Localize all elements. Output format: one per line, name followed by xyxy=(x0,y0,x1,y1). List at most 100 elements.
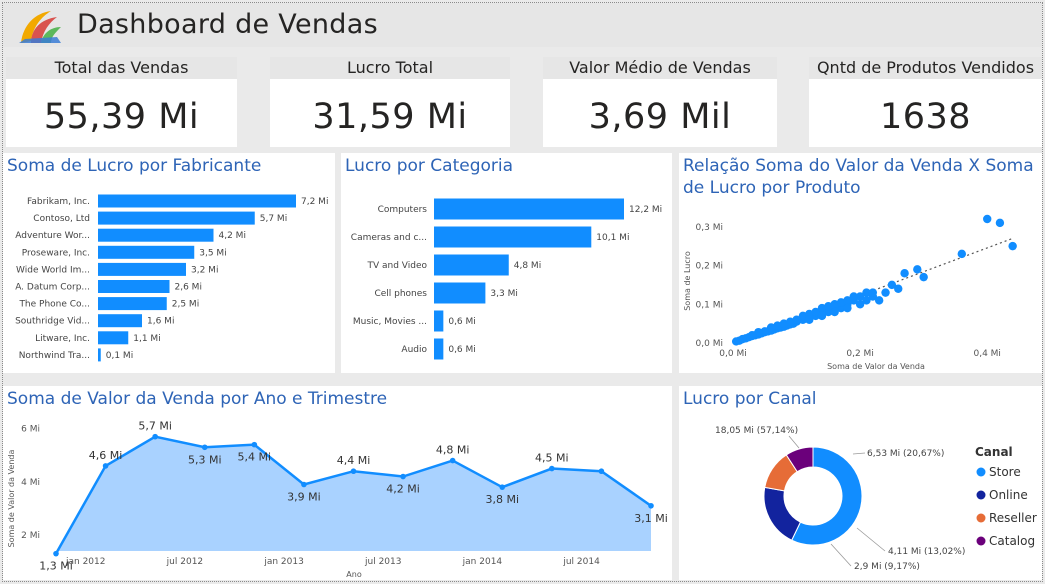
donut-leader-line xyxy=(856,527,886,552)
area-point xyxy=(102,463,109,469)
legend-marker xyxy=(976,513,986,523)
bar xyxy=(98,314,142,328)
x-tick-label: jul 2012 xyxy=(166,557,203,567)
bar-data-label: 2,6 Mi xyxy=(175,283,202,293)
bar xyxy=(98,245,195,259)
kpi-label: Total das Vendas xyxy=(6,57,237,79)
bar xyxy=(98,211,255,225)
donut-slice xyxy=(763,486,802,541)
bar xyxy=(434,254,509,276)
x-tick-label: jul 2014 xyxy=(562,557,600,567)
legend-marker xyxy=(976,467,986,477)
x-tick-label: jan 2013 xyxy=(263,557,304,567)
kpi-card-total-sales[interactable]: Total das Vendas 55,39 Mi xyxy=(6,57,237,147)
profit-by-manufacturer-visual[interactable]: Soma de Lucro por Fabricante Fabrikam, I… xyxy=(3,153,335,373)
bar-category-label: TV and Video xyxy=(366,261,427,271)
area-point xyxy=(648,502,654,509)
donut-leader-line xyxy=(830,543,852,567)
bar-category-label: Computers xyxy=(378,205,428,215)
category-bar-chart: Computers 12,2 Mi Cameras and c... 10,1 Mi T… xyxy=(351,198,662,360)
scatter-point xyxy=(731,337,741,346)
bar-data-label: 3,2 Mi xyxy=(191,265,218,275)
scatter-point xyxy=(957,249,966,259)
y-tick-label: 0,1 Mi xyxy=(696,300,723,310)
kpi-card-products-sold[interactable]: Qntd de Produtos Vendidos 1638 xyxy=(809,57,1042,147)
x-tick-label: jan 2014 xyxy=(462,557,503,567)
area-point xyxy=(499,484,506,490)
x-tick-label: 0,4 Mi xyxy=(973,349,1000,359)
area-data-label: 4,4 Mi xyxy=(337,454,371,467)
area-chart: 2 Mi4 Mi6 Mijan 2012 jul 2012 jan 2013 jul … xyxy=(7,420,668,579)
area-data-label: 5,3 Mi xyxy=(188,453,222,466)
bar-category-label: Contoso, Ltd xyxy=(33,214,90,224)
bar xyxy=(434,338,444,360)
scatter-point xyxy=(995,218,1005,228)
donut-data-label: 18,05 Mi (57,14%) xyxy=(715,426,798,436)
area-data-label: 5,7 Mi xyxy=(138,420,172,433)
kpi-card-total-profit[interactable]: Lucro Total 31,59 Mi xyxy=(270,57,510,147)
legend-item-label: Store xyxy=(989,465,1021,479)
area-point xyxy=(251,441,258,448)
bar-category-label: Southridge Vid... xyxy=(15,317,90,327)
area-data-label: 3,1 Mi xyxy=(634,512,668,525)
donut-leader-line xyxy=(788,435,800,449)
bar-data-label: 10,1 Mi xyxy=(596,233,629,243)
bar-data-label: 4,2 Mi xyxy=(219,231,246,241)
scatter-point xyxy=(805,315,814,324)
donut-data-label: 2,9 Mi (9,17%) xyxy=(854,562,920,572)
bar-category-label: Wide World Im... xyxy=(16,265,90,275)
donut-data-label: 4,11 Mi (13,02%) xyxy=(888,547,965,557)
bar-data-label: 4,8 Mi xyxy=(514,261,541,271)
scatter-point xyxy=(881,288,890,297)
profit-by-category-visual[interactable]: Lucro por Categoria Computers 12,2 Mi Came… xyxy=(341,153,672,373)
scatter-point xyxy=(817,311,827,321)
scatter-point xyxy=(747,331,757,340)
kpi-value: 1638 xyxy=(879,97,972,137)
x-axis-title: Ano xyxy=(346,570,362,579)
scatter-point xyxy=(830,307,839,317)
bar xyxy=(434,198,624,220)
bar-category-label: Adventure Wor... xyxy=(15,231,90,241)
area-point xyxy=(201,444,208,451)
bar-data-label: 0,6 Mi xyxy=(448,345,475,355)
scatter-point xyxy=(874,296,884,305)
bar-category-label: Northwind Tra... xyxy=(19,351,90,361)
area-point xyxy=(598,468,605,475)
scatter-point xyxy=(983,214,992,224)
sales-vs-profit-scatter-visual[interactable]: Relação Soma do Valor da Venda X Soma de… xyxy=(679,153,1042,373)
donut-leader-line xyxy=(852,452,866,455)
kpi-label: Valor Médio de Vendas xyxy=(543,57,777,79)
kpi-value: 55,39 Mi xyxy=(43,97,200,137)
bar-category-label: Audio xyxy=(401,345,427,355)
kpi-value: 3,69 Mil xyxy=(588,97,732,137)
sales-by-year-quarter-visual[interactable]: Soma de Valor da Venda por Ano e Trimest… xyxy=(3,386,672,580)
y-axis-title: Soma de Valor da Venda xyxy=(7,450,16,548)
bar xyxy=(98,194,296,208)
scatter-point xyxy=(1008,241,1017,251)
bar-category-label: Cameras and c... xyxy=(351,233,427,243)
area-data-label: 4,5 Mi xyxy=(535,452,569,465)
scatter-point xyxy=(862,296,871,305)
bar xyxy=(98,348,101,362)
kpi-card-average-sale[interactable]: Valor Médio de Vendas 3,69 Mil xyxy=(543,57,777,147)
bar xyxy=(434,226,592,248)
scatter-chart: 0,0 Mi 0,1 Mi 0,2 Mi 0,3 Mi 0,0 Mi 0,2 Mi 0,4 … xyxy=(683,214,1017,371)
kpi-label: Lucro Total xyxy=(270,57,510,79)
bar xyxy=(98,228,214,242)
area-data-label: 4,6 Mi xyxy=(89,449,123,462)
bar-category-label: A. Datum Corp... xyxy=(15,283,90,293)
area-point xyxy=(53,550,59,557)
x-axis-title: Soma de Valor da Venda xyxy=(827,362,925,371)
kpi-value: 31,59 Mi xyxy=(312,97,468,137)
bar xyxy=(98,331,129,345)
x-tick-label: jul 2013 xyxy=(364,557,401,567)
bar xyxy=(98,280,170,293)
bar-data-label: 3,3 Mi xyxy=(490,289,517,299)
bar-category-label: Litware, Inc. xyxy=(35,334,90,344)
area-point xyxy=(350,468,357,475)
profit-by-channel-visual[interactable]: Lucro por Canal 18,05 Mi (57,14%) 6,53 Mi… xyxy=(679,386,1042,580)
area-data-label: 1,3 Mi xyxy=(39,560,73,573)
scatter-point xyxy=(792,315,801,324)
bar-data-label: 2,5 Mi xyxy=(172,300,199,310)
bar xyxy=(434,282,486,304)
